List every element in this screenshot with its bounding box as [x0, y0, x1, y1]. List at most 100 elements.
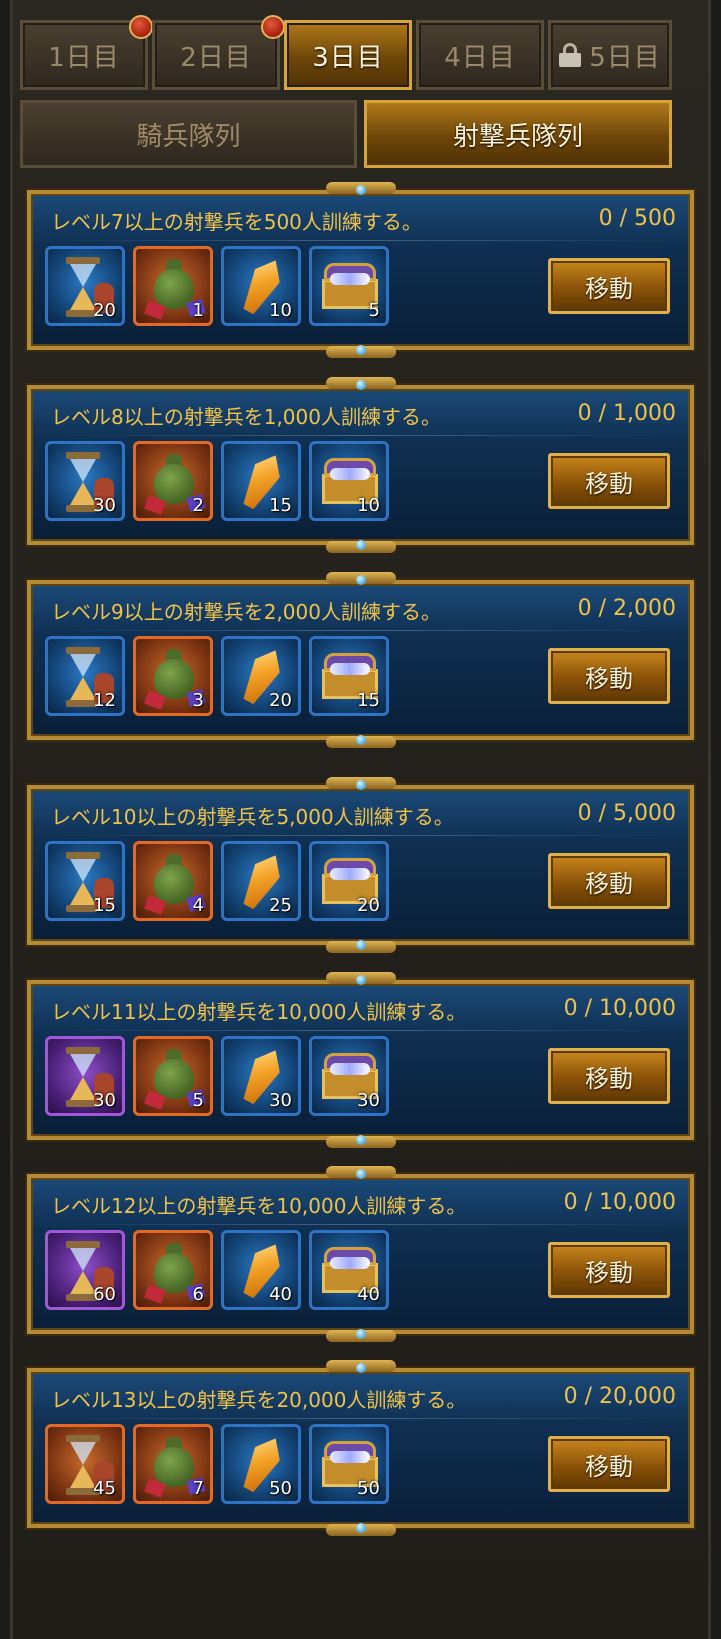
quest-progress: 0 / 1,000	[577, 401, 676, 426]
divider	[47, 240, 674, 241]
ornament-gem-icon	[355, 1523, 366, 1533]
move-button[interactable]: 移動	[548, 258, 670, 314]
tab-cavalry-label: 騎兵隊列	[136, 121, 241, 152]
reward-item[interactable]: 40	[221, 1230, 301, 1310]
reward-quantity: 15	[93, 895, 116, 916]
reward-item[interactable]: 10	[221, 246, 301, 326]
reward-item[interactable]: 15	[45, 841, 125, 921]
reward-quantity: 45	[93, 1478, 116, 1499]
move-button[interactable]: 移動	[548, 648, 670, 704]
tab-day-3-label: 3日目	[312, 42, 384, 73]
quest-description: レベル9以上の射撃兵を2,000人訓練する。	[51, 600, 441, 624]
reward-item[interactable]: 30	[309, 1036, 389, 1116]
reward-quantity: 3	[192, 690, 204, 711]
move-button[interactable]: 移動	[548, 1436, 670, 1492]
reward-item[interactable]: 5	[309, 246, 389, 326]
tab-day-4[interactable]: 4日目	[416, 20, 544, 90]
ornament-gem-icon	[355, 540, 366, 550]
quest-description: レベル13以上の射撃兵を20,000人訓練する。	[51, 1388, 467, 1412]
reward-quantity: 15	[357, 690, 380, 711]
notification-badge-icon	[261, 15, 285, 39]
day-tabs: 1日目 2日目 3日目 4日目 5日目	[20, 15, 701, 90]
reward-item[interactable]: 30	[45, 441, 125, 521]
tab-day-5[interactable]: 5日目	[548, 20, 672, 90]
tab-ranged[interactable]: 射撃兵隊列	[364, 100, 672, 168]
reward-item[interactable]: 4	[133, 841, 213, 921]
reward-item[interactable]: 20	[221, 636, 301, 716]
reward-item[interactable]: 50	[309, 1424, 389, 1504]
reward-list: 30 5 30 30	[45, 1036, 425, 1118]
quest-progress: 0 / 5,000	[577, 801, 676, 826]
move-button[interactable]: 移動	[548, 453, 670, 509]
ornament-gem-icon	[355, 1329, 366, 1339]
reward-item[interactable]: 15	[309, 636, 389, 716]
quest-progress: 0 / 10,000	[563, 1190, 676, 1215]
ornament-gem-icon	[355, 975, 366, 985]
quest-card: レベル8以上の射撃兵を1,000人訓練する。 0 / 1,000 30 2 15 10…	[27, 377, 694, 553]
reward-quantity: 30	[357, 1090, 380, 1111]
quest-card: レベル11以上の射撃兵を10,000人訓練する。 0 / 10,000 30 5 3…	[27, 972, 694, 1148]
reward-item[interactable]: 6	[133, 1230, 213, 1310]
lock-icon	[559, 43, 582, 67]
reward-item[interactable]: 7	[133, 1424, 213, 1504]
reward-quantity: 40	[357, 1284, 380, 1305]
reward-item[interactable]: 1	[133, 246, 213, 326]
reward-list: 15 4 25 20	[45, 841, 425, 923]
tab-day-1-label: 1日目	[48, 42, 120, 73]
reward-item[interactable]: 12	[45, 636, 125, 716]
reward-quantity: 30	[93, 495, 116, 516]
reward-quantity: 30	[269, 1090, 292, 1111]
reward-quantity: 7	[192, 1478, 204, 1499]
reward-item[interactable]: 2	[133, 441, 213, 521]
reward-quantity: 1	[192, 300, 204, 321]
quest-card: レベル12以上の射撃兵を10,000人訓練する。 0 / 10,000 60 6 4…	[27, 1166, 694, 1342]
reward-item[interactable]: 30	[45, 1036, 125, 1116]
tab-day-2[interactable]: 2日目	[152, 15, 285, 90]
move-button[interactable]: 移動	[548, 1048, 670, 1104]
reward-item[interactable]: 20	[45, 246, 125, 326]
reward-quantity: 6	[192, 1284, 204, 1305]
divider	[47, 630, 674, 631]
divider	[47, 435, 674, 436]
reward-item[interactable]: 30	[221, 1036, 301, 1116]
reward-item[interactable]: 25	[221, 841, 301, 921]
quest-progress: 0 / 20,000	[563, 1384, 676, 1409]
divider	[47, 1030, 674, 1031]
notification-badge-icon	[129, 15, 153, 39]
ornament-gem-icon	[355, 345, 366, 355]
tab-day-1[interactable]: 1日目	[20, 15, 153, 90]
divider	[47, 1418, 674, 1419]
reward-quantity: 60	[93, 1284, 116, 1305]
reward-item[interactable]: 5	[133, 1036, 213, 1116]
tab-ranged-label: 射撃兵隊列	[452, 121, 583, 152]
reward-item[interactable]: 15	[221, 441, 301, 521]
quest-card: レベル10以上の射撃兵を5,000人訓練する。 0 / 5,000 15 4 25 2…	[27, 777, 694, 953]
reward-quantity: 50	[269, 1478, 292, 1499]
reward-item[interactable]: 40	[309, 1230, 389, 1310]
move-button[interactable]: 移動	[548, 1242, 670, 1298]
reward-quantity: 10	[357, 495, 380, 516]
reward-quantity: 50	[357, 1478, 380, 1499]
reward-list: 20 1 10 5	[45, 246, 425, 328]
tab-cavalry[interactable]: 騎兵隊列	[20, 100, 357, 168]
ornament-gem-icon	[355, 575, 366, 585]
ornament-gem-icon	[355, 780, 366, 790]
reward-quantity: 2	[192, 495, 204, 516]
quest-description: レベル7以上の射撃兵を500人訓練する。	[51, 210, 422, 234]
reward-item[interactable]: 60	[45, 1230, 125, 1310]
quest-progress: 0 / 2,000	[577, 596, 676, 621]
reward-quantity: 10	[269, 300, 292, 321]
move-button[interactable]: 移動	[548, 853, 670, 909]
reward-quantity: 5	[368, 300, 380, 321]
reward-item[interactable]: 3	[133, 636, 213, 716]
reward-quantity: 12	[93, 690, 116, 711]
reward-item[interactable]: 45	[45, 1424, 125, 1504]
reward-item[interactable]: 20	[309, 841, 389, 921]
ornament-gem-icon	[355, 185, 366, 195]
reward-item[interactable]: 10	[309, 441, 389, 521]
ornament-gem-icon	[355, 1135, 366, 1145]
ornament-gem-icon	[355, 940, 366, 950]
reward-item[interactable]: 50	[221, 1424, 301, 1504]
tab-day-3[interactable]: 3日目	[284, 20, 412, 90]
ornament-gem-icon	[355, 1363, 366, 1373]
